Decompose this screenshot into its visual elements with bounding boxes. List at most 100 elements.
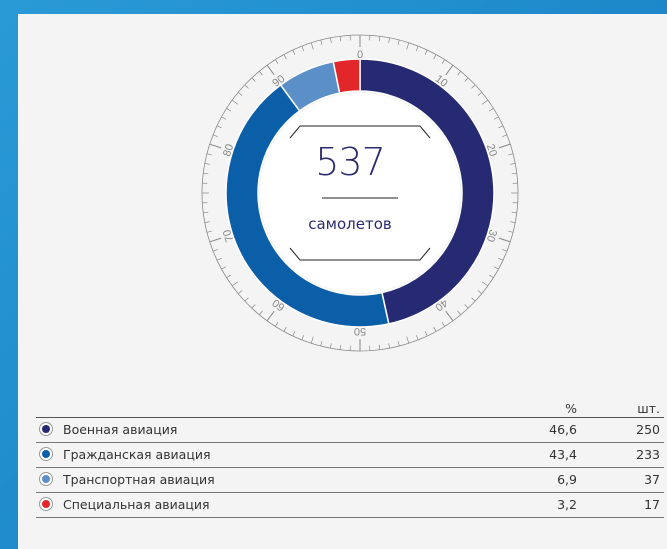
dial-tick [481, 281, 489, 287]
dial-tick [493, 266, 499, 270]
dial-tick [310, 336, 314, 344]
dial-tick [471, 84, 476, 89]
legend-marker-fill [42, 500, 50, 508]
dial-tick [301, 335, 305, 341]
center-value: 537 [315, 140, 386, 184]
legend-marker-fill [42, 425, 50, 433]
dial-tick [266, 64, 275, 76]
dial-tick [216, 125, 222, 129]
dial-tick [209, 143, 222, 149]
dial-tick [216, 257, 222, 261]
center-label: самолетов [308, 215, 392, 233]
dial-tick [457, 71, 461, 76]
legend-marker-fill [42, 450, 50, 458]
dial-tick [244, 297, 249, 302]
dial-tick [464, 304, 469, 309]
dial-tick [502, 134, 508, 138]
dial-tick [488, 274, 494, 278]
dial-tick [320, 39, 323, 45]
percent-column-header: % [565, 401, 577, 416]
dial-tick [508, 230, 514, 233]
row-name: Военная авиация [63, 422, 178, 437]
donut-hole [260, 93, 460, 293]
legend-marker [40, 423, 52, 435]
dial-tick [406, 336, 410, 344]
dial-tick [424, 331, 428, 337]
dial-tick [251, 77, 256, 82]
dial-tick [330, 37, 332, 43]
dial-tick [231, 99, 239, 105]
dial-tick [498, 257, 504, 261]
dial-tick [388, 343, 390, 349]
dial-tick [477, 290, 482, 294]
dial-tick [415, 45, 419, 51]
dial-tick [301, 45, 305, 51]
row-count: 17 [644, 497, 660, 512]
dial-tick [488, 108, 494, 112]
dial-tick [339, 344, 342, 350]
dial-tick [212, 134, 218, 138]
table-row: Специальная авиация 3,2 17 [36, 493, 664, 518]
legend-marker-fill [42, 475, 50, 483]
dial-tick [415, 335, 419, 341]
dial-tick [511, 211, 517, 214]
legend-table: % шт. Военная авиация 46,6 250 Гражданск… [36, 400, 664, 518]
dial-tick [433, 54, 437, 60]
dial-tick [445, 310, 454, 322]
row-count: 233 [636, 447, 660, 462]
dial-tick [406, 42, 410, 50]
dial-tick [204, 163, 210, 165]
row-percent: 6,9 [557, 472, 577, 487]
dial-tick [238, 290, 243, 294]
dial-tick [226, 274, 232, 278]
dial-tick [266, 310, 275, 322]
row-name: Транспортная авиация [63, 472, 215, 487]
dial-tick [244, 84, 249, 89]
dial-tick [320, 341, 323, 347]
dial-tick [212, 248, 218, 252]
dial-tick [493, 116, 499, 120]
table-row: Военная авиация 46,6 250 [36, 418, 664, 443]
dial-tick [498, 237, 511, 243]
dial-tick [441, 321, 445, 327]
row-name: Специальная авиация [63, 497, 210, 512]
dial-tick [378, 36, 381, 42]
row-percent: 43,4 [549, 447, 577, 462]
dial-tick [203, 172, 209, 175]
row-count: 250 [636, 422, 660, 437]
dial-tick [433, 326, 437, 332]
dial-tick [378, 344, 381, 350]
count-column-header: шт. [637, 401, 660, 416]
dial-tick [397, 39, 400, 45]
dial-tick [283, 326, 287, 332]
dial-tick [226, 108, 232, 112]
dial-tick [203, 211, 209, 214]
table-header: % шт. [36, 400, 664, 418]
dial-tick [502, 248, 508, 252]
dial-tick [397, 341, 400, 347]
dial-tick [209, 237, 222, 243]
dial-tick [339, 36, 342, 42]
dial-tick [424, 49, 428, 55]
dial-tick [441, 59, 445, 65]
dial-tick [221, 116, 227, 120]
legend-marker [40, 473, 52, 485]
row-percent: 46,6 [549, 422, 577, 437]
dial-tick [259, 71, 263, 76]
dial-tick [283, 54, 287, 60]
row-percent: 3,2 [557, 497, 577, 512]
dial-tick [510, 163, 516, 165]
dial-tick [275, 321, 279, 327]
dial-tick [471, 297, 476, 302]
table-row: Транспортная авиация 6,9 37 [36, 468, 664, 493]
dial-tick [275, 59, 279, 65]
row-name: Гражданская авиация [63, 447, 211, 462]
row-count: 37 [644, 472, 660, 487]
dial-tick [481, 99, 489, 105]
dial-tick [511, 172, 517, 175]
dial-tick [330, 343, 332, 349]
legend-marker [40, 448, 52, 460]
dial-tick [206, 230, 212, 233]
dial-tick [206, 153, 212, 156]
dial-tick [445, 64, 454, 76]
